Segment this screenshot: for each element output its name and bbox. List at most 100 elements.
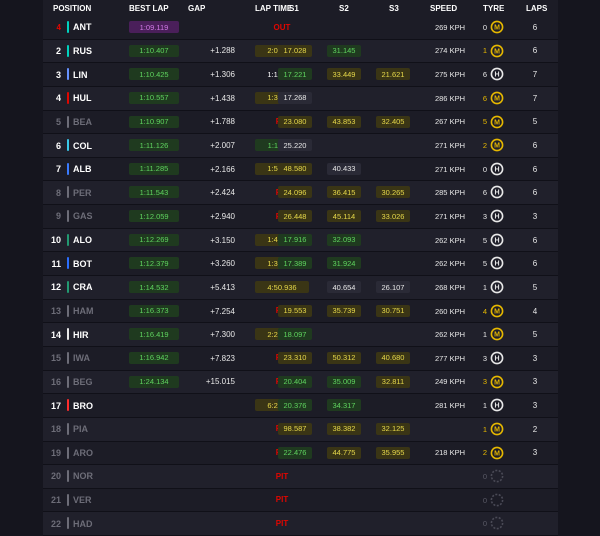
tyre-compound-icon: M (490, 115, 504, 129)
table-row[interactable]: 7ALB1:11.285+2.1661:52.77848.58040.43327… (43, 157, 558, 182)
laps-count: 4 (532, 306, 538, 316)
driver-code[interactable]: ALO (73, 229, 92, 252)
driver-code[interactable]: IWA (73, 347, 90, 370)
speed-value: 262 KPH (434, 330, 465, 340)
lap-time: PIT (275, 518, 289, 528)
team-color-bar (67, 68, 69, 81)
header-lap-time[interactable]: LAP TIME (255, 4, 292, 13)
laps-count: 3 (532, 401, 538, 411)
table-row[interactable]: 17BRO6:25.98820.37634.317281 KPH1H3 (43, 394, 558, 418)
table-row[interactable]: 2RUS1:10.407+1.2882:03.90317.02831.14527… (43, 39, 558, 64)
laps-count: 7 (532, 93, 538, 103)
driver-code[interactable]: RUS (73, 40, 92, 63)
table-row[interactable]: 8PER1:11.543+2.424PIT24.09636.41530.2652… (43, 181, 558, 206)
table-row[interactable]: 20 NOR PIT 0 (43, 465, 558, 489)
sector-2-time: 50.312 (327, 351, 361, 364)
header-position[interactable]: POSITION (53, 4, 91, 13)
speed-value: 262 KPH (434, 259, 465, 269)
table-row[interactable]: 13HAM1:16.373+7.254PIT19.55335.73930.751… (43, 299, 558, 324)
table-row[interactable]: 3LIN1:10.425+1.3061:12.29117.22133.44921… (43, 63, 558, 87)
tyre-compound-icon: M (490, 375, 504, 389)
gap-value: +15.015 (205, 377, 235, 387)
driver-code[interactable]: CRA (73, 276, 93, 299)
sector-1-time: 17.221 (278, 68, 312, 81)
sector-1-time: 23.080 (278, 115, 312, 128)
header-best-lap[interactable]: BEST LAP (129, 4, 169, 13)
speed-value: 275 KPH (434, 70, 465, 80)
speed-value: 274 KPH (434, 46, 465, 56)
header-gap[interactable]: GAP (188, 4, 205, 13)
driver-code[interactable]: HAM (73, 300, 94, 323)
svg-text:M: M (494, 96, 500, 103)
table-row[interactable]: 10ALO1:12.269+3.1501:46.79617.91632.0932… (43, 228, 558, 253)
laps-count: 3 (532, 377, 538, 387)
team-color-bar (67, 257, 69, 270)
sector-3-time: 32.811 (376, 375, 410, 388)
gap-value: +7.254 (210, 306, 235, 316)
table-row[interactable]: 4 ANT 1:09.119 OUT 269 KPH 0 M 6 (43, 16, 558, 40)
table-row[interactable]: 4HUL1:10.557+1.4381:39.83517.268286 KPH6… (43, 86, 558, 111)
svg-text:M: M (494, 119, 500, 126)
svg-text:H: H (494, 261, 499, 268)
sector-1-time: 20.404 (278, 375, 312, 388)
driver-code[interactable]: BOT (73, 252, 92, 275)
tyre-compound-icon: M (490, 304, 504, 318)
driver-code[interactable]: PIA (73, 418, 88, 441)
svg-text:M: M (494, 379, 500, 386)
speed-value: 271 KPH (434, 141, 465, 151)
header-s2[interactable]: S2 (339, 4, 349, 13)
driver-code[interactable]: HAD (73, 512, 93, 535)
sector-1-time: 17.268 (278, 91, 312, 104)
driver-code[interactable]: LIN (73, 63, 88, 86)
table-row[interactable]: 18PIAPIT98.58738.38232.1251M2 (43, 417, 558, 442)
svg-text:H: H (494, 237, 499, 244)
tyre-compound-icon: M (490, 446, 504, 460)
sector-2-time: 45.114 (327, 210, 361, 223)
table-row[interactable]: 21 VER PIT 0 (43, 488, 558, 513)
table-row[interactable]: 5BEA1:10.907+1.788PIT23.08043.85332.4052… (43, 110, 558, 135)
table-row[interactable]: 6COL1:11.126+2.0071:11.12625.220271 KPH2… (43, 134, 558, 158)
table-row[interactable]: 12 CRA 1:14.532 +5.413 4:50.936 40.654 26.107 2… (43, 276, 558, 300)
header-speed[interactable]: SPEED (430, 4, 457, 13)
header-laps[interactable]: LAPS (526, 4, 547, 13)
table-row[interactable]: 15IWA1:16.942+7.823PIT23.31050.31240.680… (43, 346, 558, 371)
table-row[interactable]: 9GAS1:12.059+2.940PIT26.44845.11433.0262… (43, 205, 558, 229)
table-row[interactable]: 19AROPIT22.47644.77535.955218 KPH2M3 (43, 441, 558, 466)
team-color-bar (67, 493, 69, 506)
driver-code[interactable]: COL (73, 134, 92, 157)
best-lap-time: 1:16.373 (129, 304, 179, 317)
driver-code[interactable]: BRO (73, 394, 93, 417)
sector-2-time: 33.449 (327, 68, 361, 81)
tyre-age: 5 (482, 117, 487, 127)
driver-code[interactable]: ALB (73, 158, 92, 181)
driver-code[interactable]: BEA (73, 111, 92, 134)
driver-code[interactable]: PER (73, 181, 92, 204)
driver-code[interactable]: NOR (73, 465, 93, 488)
driver-code[interactable]: HIR (73, 323, 89, 346)
header-s3[interactable]: S3 (389, 4, 399, 13)
laps-count: 5 (532, 117, 538, 127)
tyre-age: 6 (482, 70, 487, 80)
table-row[interactable]: 14HIR1:16.419+7.3002:29.22218.097262 KPH… (43, 323, 558, 347)
table-row[interactable]: 11BOT1:12.379+3.2601:30.36517.38931.9242… (43, 252, 558, 277)
svg-text:H: H (494, 166, 499, 173)
svg-text:M: M (494, 332, 500, 339)
laps-count: 3 (532, 211, 538, 221)
tyre-compound-icon: M (490, 422, 504, 436)
driver-code[interactable]: ANT (73, 16, 92, 39)
header-s1[interactable]: S1 (289, 4, 299, 13)
gap-value: +5.413 (210, 282, 235, 292)
driver-code[interactable]: GAS (73, 205, 93, 228)
best-lap-time: 1:14.532 (129, 281, 179, 294)
driver-code[interactable]: BEG (73, 371, 93, 394)
table-row[interactable]: 16BEG1:24.134+15.015PIT20.40435.00932.81… (43, 370, 558, 395)
table-row[interactable]: 22 HAD PIT 0 (43, 512, 558, 536)
position-number: 7 (55, 164, 61, 175)
tyre-age: 4 (482, 306, 487, 316)
header-tyre[interactable]: TYRE (483, 4, 504, 13)
sector-1-time: 23.310 (278, 351, 312, 364)
driver-code[interactable]: HUL (73, 87, 92, 110)
driver-code[interactable]: VER (73, 489, 92, 512)
driver-code[interactable]: ARO (73, 442, 93, 465)
team-color-bar (67, 281, 69, 294)
